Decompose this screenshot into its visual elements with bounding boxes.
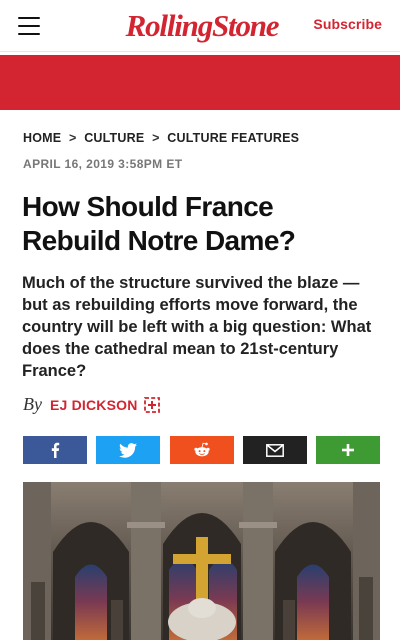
breadcrumb: HOME > CULTURE > CULTURE FEATURES bbox=[23, 131, 299, 145]
plus-icon bbox=[342, 444, 354, 456]
subscribe-link[interactable]: Subscribe bbox=[313, 16, 382, 32]
breadcrumb-home[interactable]: HOME bbox=[23, 131, 61, 145]
ad-banner[interactable] bbox=[0, 55, 400, 110]
breadcrumb-separator: > bbox=[69, 131, 77, 145]
publish-date: APRIL 16, 2019 3:58PM ET bbox=[23, 157, 183, 171]
article-dek: Much of the structure survived the blaze… bbox=[22, 274, 372, 380]
email-share-button[interactable] bbox=[242, 436, 307, 464]
article-title: How Should France Rebuild Notre Dame? bbox=[22, 191, 296, 256]
hamburger-menu-icon[interactable] bbox=[18, 17, 40, 35]
reddit-icon bbox=[193, 442, 210, 457]
breadcrumb-culture-features[interactable]: CULTURE FEATURES bbox=[167, 131, 299, 145]
twitter-share-button[interactable] bbox=[96, 436, 161, 464]
facebook-share-button[interactable] bbox=[23, 436, 87, 464]
article-hero-image[interactable] bbox=[23, 482, 380, 640]
breadcrumb-separator: > bbox=[152, 131, 160, 145]
twitter-icon bbox=[119, 442, 138, 458]
follow-author-icon[interactable] bbox=[143, 396, 160, 413]
by-label: By bbox=[23, 394, 42, 414]
email-icon bbox=[265, 443, 284, 457]
site-header: RollingStone Subscribe bbox=[0, 0, 400, 52]
author-link[interactable]: EJ DICKSON bbox=[50, 397, 138, 413]
reddit-share-button[interactable] bbox=[169, 436, 234, 464]
more-share-button[interactable] bbox=[316, 436, 380, 464]
notre-dame-interior-image bbox=[23, 482, 380, 640]
logo-text: RollingStone bbox=[125, 8, 280, 43]
breadcrumb-culture[interactable]: CULTURE bbox=[84, 131, 144, 145]
facebook-icon bbox=[51, 442, 60, 458]
byline: By EJ DICKSON bbox=[23, 394, 160, 415]
share-buttons bbox=[23, 436, 380, 464]
rolling-stone-logo[interactable]: RollingStone bbox=[104, 6, 300, 46]
